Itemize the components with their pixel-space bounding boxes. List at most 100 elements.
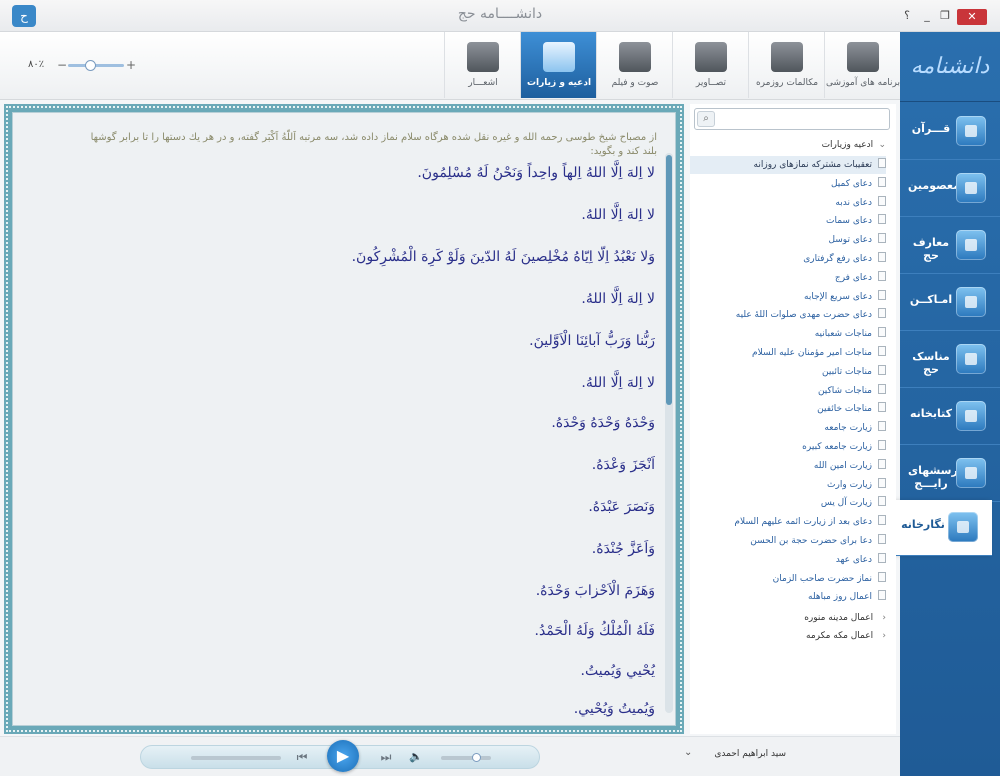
tab-poems[interactable]: اشعـــار xyxy=(444,32,520,98)
tree-leaf-item[interactable]: زیارت امین الله xyxy=(690,457,886,475)
play-button[interactable]: ▶ xyxy=(327,740,359,772)
document-icon xyxy=(878,346,886,356)
tree-leaf-label: تعقيبات مشترکه نمازهای روزانه xyxy=(753,160,872,170)
volume-slider-thumb[interactable] xyxy=(472,753,481,762)
tree-leaf-item[interactable]: دعای بعد از زیارت ائمه علیهم السلام xyxy=(690,513,886,531)
gallery-icon xyxy=(948,512,978,542)
document-icon xyxy=(878,477,886,488)
tree-leaf-item[interactable]: نماز حضرت صاحب الزمان xyxy=(690,570,886,588)
previous-track-button[interactable]: ⏮ xyxy=(293,750,311,765)
chevron-down-icon[interactable]: ⌄ xyxy=(876,136,886,154)
search-icon[interactable]: ⌕ xyxy=(697,111,715,127)
tree-leaf-label: زیارت جامعه xyxy=(824,423,872,434)
tree-leaf-item[interactable]: مناجات شعبانیه xyxy=(690,325,886,343)
verse-line: فَلَهُ الْمُلْكُ وَلَهُ الْحَمْدُ. xyxy=(534,623,655,639)
question-icon xyxy=(956,458,986,488)
sidebar-item-places[interactable]: امـاکــن xyxy=(900,275,1000,331)
next-track-button[interactable]: ⏭ xyxy=(377,750,395,765)
tree-leaf-label: دعای عهد xyxy=(835,554,872,565)
tree-leaf-label: مناجات شعبانیه xyxy=(814,329,872,340)
verse-line: يُحْيي وَيُميتُ. xyxy=(580,663,655,679)
tree-leaf-item[interactable]: دعای توسل xyxy=(690,231,886,249)
restore-button[interactable]: ❐ xyxy=(938,7,952,25)
reader-ornamental-frame: از مصباح شيخ طوسی رحمه الله و غيره نقل ش… xyxy=(4,104,684,734)
tree-leaf-item[interactable]: مناجات خائفین xyxy=(690,400,886,418)
tab-training-programs[interactable]: برنامه های آموزشی xyxy=(824,32,900,98)
tree-leaf-item[interactable]: دعای سریع الإجابه xyxy=(690,288,886,306)
tree-node-medina[interactable]: ‹ اعمال مدینه منوره xyxy=(690,609,886,627)
tree-search-input[interactable]: ⌕ xyxy=(694,108,890,130)
tree-leaf-item[interactable]: زیارت جامعه کبیره xyxy=(690,438,886,456)
sidebar-item-hajj-knowledge[interactable]: معارف حج xyxy=(900,218,1000,274)
sidebar-item-faq[interactable]: پرسشهای رايـــج xyxy=(900,446,1000,502)
tree-leaf-item[interactable]: دعای سمات xyxy=(690,212,886,230)
tree-leaf-item[interactable]: دعای ندبه xyxy=(690,194,886,212)
tree-leaf-item[interactable]: دعای رفع گرفتاری xyxy=(690,250,886,268)
playback-progress-slider[interactable] xyxy=(191,756,281,760)
zoom-in-button[interactable]: + xyxy=(125,58,137,72)
tree-leaf-item[interactable]: مناجات شاکین xyxy=(690,382,886,400)
tree-leaf-label: زیارت آل یس xyxy=(820,498,872,509)
tree-leaf-item[interactable]: دعای عهد xyxy=(690,551,886,569)
tree-leaf-item[interactable]: دعای حضرت مهدی صلوات اللهٔ علیه xyxy=(690,306,886,324)
tab-label: صوت و فیلم xyxy=(611,78,659,88)
chevron-left-icon[interactable]: ‹ xyxy=(876,627,886,645)
navigation-tree: ⌕ ⌄ ادعیه وزیارات تعقيبات مشترکه نمازهای… xyxy=(690,104,896,734)
sidebar-item-library[interactable]: کتابخانه xyxy=(900,389,1000,445)
tab-daily-conversations[interactable]: مکالمات روزمره xyxy=(748,32,824,98)
tree-leaf-item[interactable]: مناجات تائبین xyxy=(690,363,886,381)
close-button[interactable]: ✕ xyxy=(957,9,987,25)
tab-images[interactable]: تصــاویر xyxy=(672,32,748,98)
zoom-slider[interactable] xyxy=(68,60,124,71)
tree-node-mecca[interactable]: ‹ اعمال مکه مکرمه xyxy=(690,627,886,645)
volume-icon[interactable]: 🔈 xyxy=(409,750,423,763)
prayer-icon xyxy=(543,42,575,72)
tree-leaf-label: نماز حضرت صاحب الزمان xyxy=(772,573,872,584)
help-button[interactable]: ؟ xyxy=(900,7,914,25)
zoom-slider-thumb[interactable] xyxy=(85,60,97,71)
sidebar-item-infallibles[interactable]: معصومين xyxy=(900,161,1000,217)
tree-leaf-item[interactable]: دعای کمیل xyxy=(690,175,886,193)
tree-leaf-label: مناجات تائبین xyxy=(822,366,872,377)
zoom-control: ۸۰٪ − + xyxy=(28,58,138,74)
reciter-dropdown[interactable]: سید ابراهیم احمدی ⌄ xyxy=(684,747,896,765)
tree-leaf-item[interactable]: مناجات امیر مؤمنان علیه السلام xyxy=(690,344,886,362)
kaaba-icon xyxy=(956,230,986,260)
sidebar-item-hajj-rites[interactable]: مناسک حج xyxy=(900,332,1000,388)
tree-leaf-label: دعای فرج xyxy=(834,272,872,283)
tree-leaf-item[interactable]: دعا برای حضرت حجة بن الحسن xyxy=(690,532,886,550)
sidebar-item-label: مناسک حج xyxy=(912,350,950,376)
sidebar-item-quran[interactable]: قـــرآن xyxy=(900,104,1000,160)
tree-leaf-label: اعمال روز مباهله xyxy=(808,592,872,603)
sidebar-item-gallery[interactable]: نگارخانه xyxy=(888,500,992,556)
main-sidebar: دانشنامه قـــرآن معصومين معارف حج امـاکـ… xyxy=(888,32,1000,776)
document-icon xyxy=(878,590,886,601)
zoom-out-button[interactable]: − xyxy=(56,58,68,72)
minimize-button[interactable]: _ xyxy=(920,7,934,25)
tree-root-prayers[interactable]: ⌄ ادعیه وزیارات xyxy=(690,136,886,154)
chevron-left-icon[interactable]: ‹ xyxy=(876,609,886,627)
tree-leaf-label: دعای سمات xyxy=(826,216,872,227)
reciter-name: سید ابراهیم احمدی xyxy=(714,749,786,759)
tree-leaf-label: زیارت امین الله xyxy=(813,460,872,471)
tree-leaf-item[interactable]: زیارت وارث xyxy=(690,476,886,494)
chevron-down-icon[interactable]: ⌄ xyxy=(684,747,692,758)
reader-scrollbar[interactable] xyxy=(665,153,673,713)
tab-audio-video[interactable]: صوت و فیلم xyxy=(596,32,672,98)
tab-prayers[interactable]: ادعیه و زیارات xyxy=(520,32,596,98)
verse-line: رَبُّنا وَرَبُّ آبائِنَا الْاَوَّلينَ. xyxy=(529,333,655,349)
document-icon xyxy=(878,158,886,168)
tree-leaf-item[interactable]: تعقيبات مشترکه نمازهای روزانه xyxy=(690,156,886,174)
document-icon xyxy=(878,458,886,469)
tree-leaf-item[interactable]: اعمال روز مباهله xyxy=(690,588,886,606)
reader-scrollbar-thumb[interactable] xyxy=(666,155,672,405)
media-player-bar: ⏮ ▶ ⏭ 🔈 سید ابراهیم احمدی ⌄ xyxy=(0,736,900,776)
tree-leaf-item[interactable]: دعای فرج xyxy=(690,269,886,287)
top-toolbar: ۸۰٪ − + برنامه های آموزشی مکالمات روزمره… xyxy=(0,32,900,100)
volume-slider[interactable] xyxy=(441,753,491,762)
tree-leaf-item[interactable]: زیارت جامعه xyxy=(690,419,886,437)
tree-leaf-item[interactable]: زیارت آل یس xyxy=(690,494,886,512)
document-icon xyxy=(878,421,886,432)
sidebar-item-label: معصومين xyxy=(908,179,960,192)
verse-line: وَنَصَرَ عَبْدَهُ. xyxy=(588,499,655,515)
